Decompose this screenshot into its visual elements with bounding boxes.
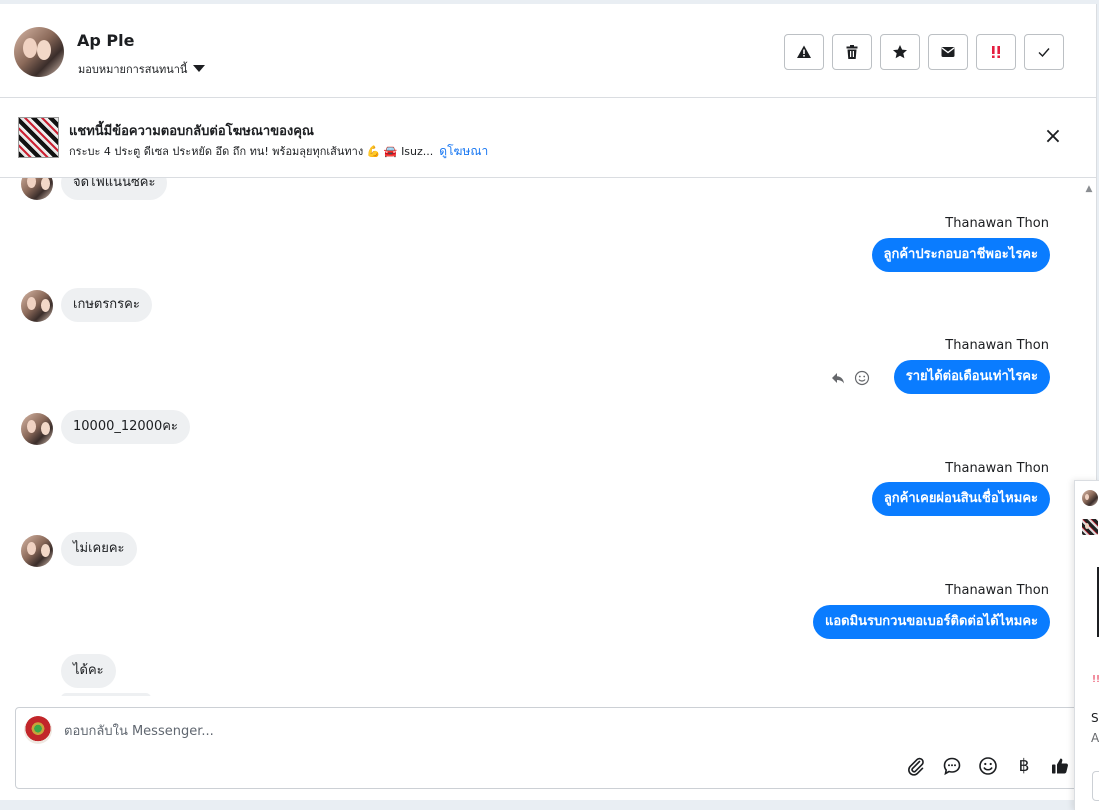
star-icon [893, 45, 907, 59]
incoming-message[interactable]: เกษตรกรคะ [61, 288, 152, 322]
outgoing-message[interactable]: ลูกค้าเคยผ่อนสินเชื่อไหมคะ [871, 482, 1050, 516]
incoming-message[interactable]: ได้คะ [61, 654, 116, 688]
contact-avatar[interactable] [14, 27, 64, 77]
ad-thumbnail[interactable] [18, 117, 59, 158]
message-list: จัดไฟแนนซ์คะ Thanawan Thon ลูกค้าประกอบอ… [0, 178, 1082, 696]
conversation-header: Ap Ple มอบหมายการสนทนานี้ [0, 0, 1097, 98]
scroll-up-arrow-icon[interactable]: ▲ [1082, 184, 1096, 196]
popup-text-a: A [1091, 731, 1099, 745]
spam-icon: !! [1092, 674, 1099, 685]
composer-toolbar: ฿ [906, 756, 1070, 776]
assign-conversation-dropdown[interactable]: มอบหมายการสนทนานี้ [78, 60, 206, 78]
paperclip-icon [908, 757, 924, 776]
thumbs-up-icon [1052, 758, 1068, 774]
conversation-panel: Ap Ple มอบหมายการสนทนานี้ แชทนี้มีข้อควา… [0, 0, 1097, 800]
baht-icon: ฿ [1018, 756, 1030, 776]
sender-name: Thanawan Thon [945, 338, 1049, 353]
star-button[interactable] [880, 34, 920, 70]
outgoing-message[interactable]: ลูกค้าประกอบอาชีพอะไรคะ [871, 238, 1050, 272]
mail-icon [941, 47, 955, 57]
sender-name: Thanawan Thon [945, 583, 1049, 598]
assign-label: มอบหมายการสนทนานี้ [78, 63, 188, 76]
popup-ad-thumbnail [1082, 519, 1098, 535]
speech-bubble-icon [943, 757, 961, 776]
popup-input[interactable] [1092, 771, 1099, 801]
payment-button[interactable]: ฿ [1014, 756, 1034, 776]
sender-name: Thanawan Thon [945, 461, 1049, 476]
page-avatar [24, 716, 52, 744]
attach-button[interactable] [906, 756, 926, 776]
incoming-message[interactable]: จัดไฟแนนซ์คะ [61, 178, 168, 200]
outgoing-message[interactable]: รายได้ต่อเดือนเท่าไรคะ [893, 360, 1050, 394]
popup-avatar [1082, 490, 1098, 506]
popup-text-s: S [1091, 711, 1099, 725]
reply-icon[interactable] [830, 370, 846, 386]
sender-avatar [21, 535, 53, 567]
reply-composer: ฿ [15, 707, 1081, 789]
warning-icon [797, 45, 811, 58]
mark-unread-button[interactable] [928, 34, 968, 70]
incoming-message[interactable]: ไม่เคยคะ [61, 532, 137, 566]
header-actions [784, 34, 1064, 70]
sender-avatar [21, 178, 53, 200]
close-icon[interactable]: × [1043, 126, 1063, 148]
mark-spam-button[interactable] [976, 34, 1016, 70]
ad-reply-banner: แชทนี้มีข้อความตอบกลับต่อโฆษณาของคุณ กระ… [0, 98, 1097, 178]
ad-description-text: กระบะ 4 ประตู ดีเซล ประหยัด อึด ถึก ทน! … [69, 145, 434, 158]
incoming-message-partial [61, 693, 151, 696]
react-smiley-icon[interactable] [854, 370, 870, 386]
ad-banner-description: กระบะ 4 ประตู ดีเซล ประหยัด อึด ถึก ทน! … [69, 142, 488, 161]
emoji-button[interactable] [978, 756, 998, 776]
trash-icon [846, 45, 858, 59]
view-ad-link[interactable]: ดูโฆษณา [439, 142, 488, 161]
reply-input[interactable] [64, 720, 964, 742]
side-popup-peek[interactable]: !! S A [1074, 480, 1099, 810]
contact-name[interactable]: Ap Ple [77, 31, 134, 50]
incoming-message[interactable]: 10000_12000คะ [61, 410, 190, 444]
report-button[interactable] [784, 34, 824, 70]
check-icon [1038, 48, 1050, 58]
caret-down-icon [193, 64, 206, 72]
smiley-icon [979, 757, 997, 775]
mark-done-button[interactable] [1024, 34, 1064, 70]
sender-avatar [21, 290, 53, 322]
ad-banner-title: แชทนี้มีข้อความตอบกลับต่อโฆษณาของคุณ [69, 124, 314, 139]
spam-icon [992, 46, 1000, 58]
sender-avatar [21, 413, 53, 445]
saved-replies-button[interactable] [942, 756, 962, 776]
message-hover-tools [830, 370, 870, 386]
like-button[interactable] [1050, 756, 1070, 776]
sender-name: Thanawan Thon [945, 216, 1049, 231]
delete-button[interactable] [832, 34, 872, 70]
outgoing-message[interactable]: แอดมินรบกวนขอเบอร์ติดต่อได้ไหมคะ [812, 605, 1050, 639]
